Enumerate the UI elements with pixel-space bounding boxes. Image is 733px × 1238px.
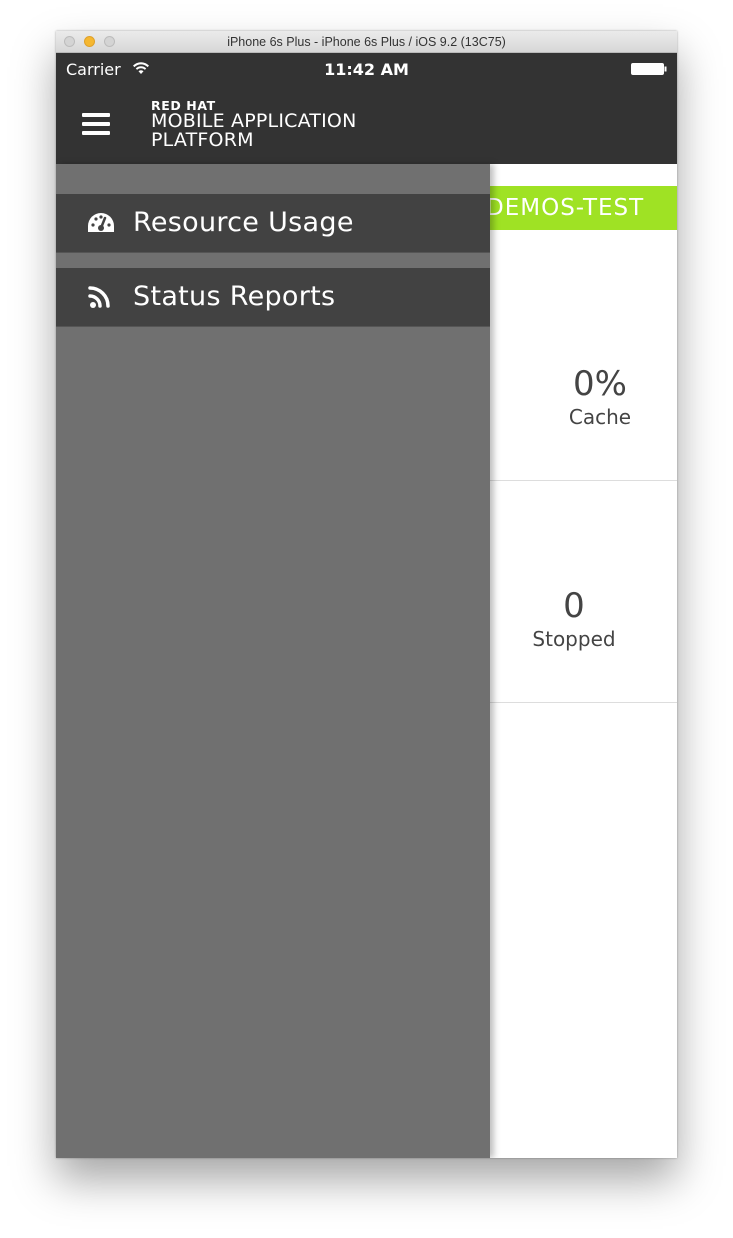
hamburger-bar-icon — [82, 131, 110, 135]
status-time: 11:42 AM — [324, 60, 409, 79]
drawer-item-label: Status Reports — [133, 281, 336, 312]
drawer-item-status-reports[interactable]: Status Reports — [56, 268, 490, 327]
stat-stopped-value: 0 — [563, 586, 585, 626]
window-title: iPhone 6s Plus - iPhone 6s Plus / iOS 9.… — [227, 35, 506, 49]
hamburger-bar-icon — [82, 122, 110, 126]
nav-drawer: Resource Usage Status Reports — [56, 164, 490, 1158]
stat-stopped-label: Stopped — [532, 627, 616, 651]
window-titlebar: iPhone 6s Plus - iPhone 6s Plus / iOS 9.… — [56, 31, 677, 53]
stat-cache: 0% Cache — [550, 364, 650, 430]
drawer-item-resource-usage[interactable]: Resource Usage — [56, 194, 490, 253]
hamburger-bar-icon — [82, 113, 110, 117]
environment-name: DEMOS-TEST — [486, 195, 645, 221]
stat-cache-value: 0% — [573, 364, 627, 404]
section-divider — [486, 702, 677, 703]
rss-feed-icon — [88, 286, 110, 308]
app-header: RED HAT MOBILE APPLICATION PLATFORM — [56, 85, 677, 164]
stat-stopped: 0 Stopped — [514, 586, 634, 652]
brand-product-line2: PLATFORM — [151, 129, 254, 151]
section-divider — [486, 480, 677, 481]
drawer-item-label: Resource Usage — [133, 207, 354, 238]
simulator-window: iPhone 6s Plus - iPhone 6s Plus / iOS 9.… — [56, 31, 677, 1158]
device-screen: Carrier 11:42 AM RED HAT MOBILE APPLICAT… — [56, 53, 677, 1158]
ios-status-bar: Carrier 11:42 AM — [56, 53, 677, 85]
battery-icon — [631, 63, 667, 75]
menu-toggle-button[interactable] — [82, 113, 110, 137]
brand-logo: RED HAT MOBILE APPLICATION PLATFORM — [151, 99, 356, 150]
stat-cache-label: Cache — [568, 405, 632, 429]
dashboard-icon — [88, 213, 114, 232]
